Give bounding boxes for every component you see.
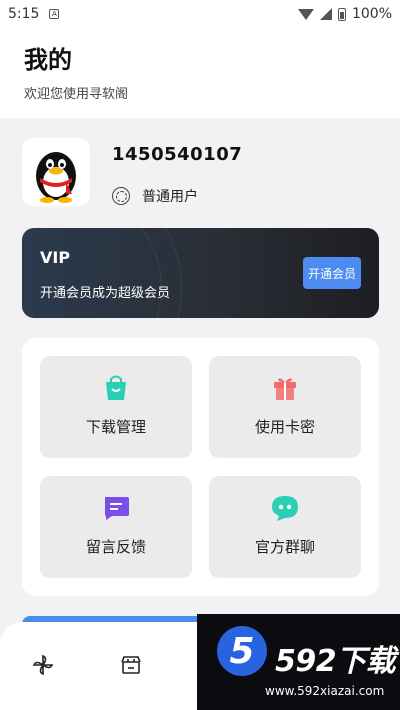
username: 1450540107: [112, 144, 243, 165]
shopping-bag-icon: [106, 375, 126, 400]
status-bar: 5:15 A 100%: [0, 0, 400, 28]
profile-section[interactable]: 1450540107 普通用户: [22, 138, 382, 214]
avatar[interactable]: [22, 138, 90, 206]
menu-item-use-card[interactable]: 使用卡密: [209, 356, 361, 458]
vip-card[interactable]: VIP 开通会员成为超级会员 开通会员: [22, 228, 379, 318]
wifi-icon: [297, 8, 314, 20]
watermark-logo: 5: [217, 626, 267, 676]
penguin-avatar-icon: [36, 152, 76, 203]
page-header: 我的 欢迎您使用寻软阁: [0, 28, 400, 118]
level-badge-icon: [112, 187, 130, 205]
signal-icon: [319, 8, 332, 20]
pinwheel-icon[interactable]: [32, 654, 54, 676]
page-title: 我的: [24, 46, 72, 74]
menu-item-download-manager[interactable]: 下载管理: [40, 356, 192, 458]
message-icon: [105, 497, 129, 520]
gift-icon: [274, 378, 296, 400]
menu-item-label: 官方群聊: [254, 538, 315, 556]
chat-bubble-icon: [272, 496, 298, 521]
menu-item-label: 留言反馈: [85, 538, 146, 556]
status-time: 5:15: [8, 6, 40, 22]
menu-panel: 下载管理 使用卡密 留言反馈 官方群聊: [22, 338, 379, 596]
battery-percent: 100%: [351, 6, 392, 22]
shop-icon[interactable]: [120, 654, 142, 676]
battery-icon: [337, 7, 346, 21]
watermark: 5 592下载 www.592xiazai.com: [197, 614, 400, 710]
page-subtitle: 欢迎您使用寻软阁: [24, 87, 129, 102]
menu-item-label: 下载管理: [85, 418, 146, 436]
decorative-arc: [22, 228, 182, 318]
open-membership-button[interactable]: 开通会员: [303, 257, 361, 289]
menu-item-feedback[interactable]: 留言反馈: [40, 476, 192, 578]
menu-item-label: 使用卡密: [254, 418, 315, 436]
sim-icon: A: [49, 9, 60, 19]
user-level: 普通用户: [112, 186, 198, 206]
watermark-brand: 592下载: [275, 644, 396, 679]
menu-item-official-group[interactable]: 官方群聊: [209, 476, 361, 578]
watermark-url: www.592xiazai.com: [265, 684, 385, 698]
vip-description: 开通会员成为超级会员: [40, 286, 171, 301]
vip-title: VIP: [40, 248, 71, 267]
user-level-label: 普通用户: [142, 189, 198, 205]
